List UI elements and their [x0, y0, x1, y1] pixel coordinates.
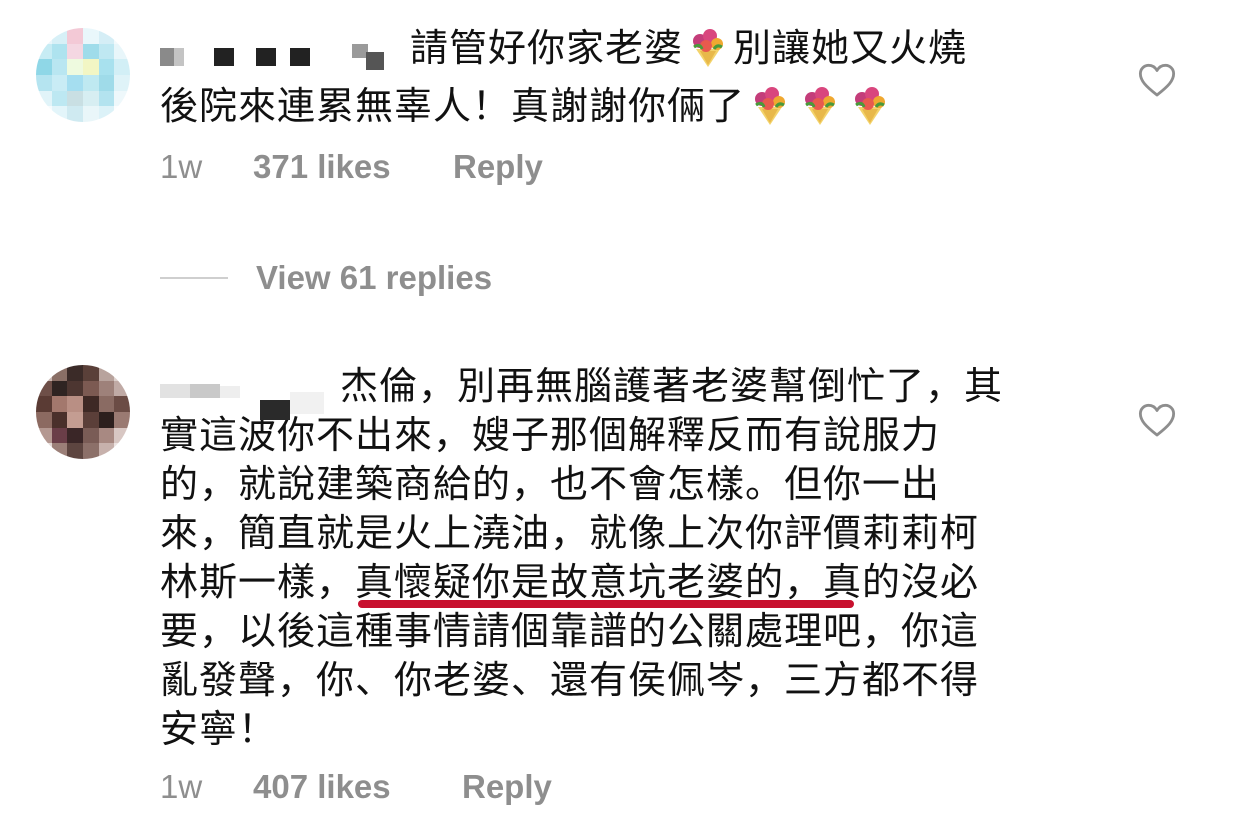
comment-text-line: 後院來連累無辜人！真謝謝你倆了 — [160, 84, 746, 128]
bouquet-emoji — [805, 87, 836, 125]
comment-text-line: 實這波你不出來，嫂子那個解釋反而有說服力 — [160, 413, 941, 457]
comment-meta: 1w 371 likes Reply — [160, 148, 760, 188]
comment-text-line: 杰倫，別再無腦護著老婆幫倒忙了，其 — [340, 364, 1004, 408]
username-redacted[interactable] — [160, 36, 398, 70]
bouquet-emoji — [755, 87, 786, 125]
heart-outline-icon[interactable] — [1138, 402, 1176, 438]
comment-text-segment: 林斯一樣， — [160, 560, 356, 604]
reply-button[interactable]: Reply — [462, 768, 552, 806]
red-underline-annotation — [358, 600, 854, 608]
bouquet-emoji — [855, 87, 886, 125]
avatar[interactable] — [36, 28, 130, 122]
avatar[interactable] — [36, 365, 130, 459]
bouquet-emoji — [693, 29, 724, 67]
comment-text-line: 亂發聲，你、你老婆、還有侯佩岑，三方都不得 — [160, 658, 980, 702]
comment-text-line: 要，以後這種事情請個靠譜的公關處理吧，你這 — [160, 609, 980, 653]
comment-text: 請管好你家老婆 別讓她又火燒 後院來連累無辜人！真謝謝你倆了 — [160, 24, 1090, 131]
comment-text-segment: ，真的沒必 — [784, 560, 980, 604]
likes-count[interactable]: 407 likes — [253, 768, 391, 806]
likes-count[interactable]: 371 likes — [253, 148, 391, 186]
comment-text-line: 安寧！ — [160, 707, 278, 751]
comment-text-line: 請管好你家老婆 — [410, 26, 684, 70]
username-redacted[interactable] — [160, 374, 328, 420]
heart-outline-icon[interactable] — [1138, 62, 1176, 98]
replies-divider — [160, 277, 228, 279]
comment-age: 1w — [160, 768, 203, 805]
comment-text: 杰倫，別再無腦護著老婆幫倒忙了，其 實這波你不出來，嫂子那個解釋反而有說服力 的… — [160, 362, 1090, 754]
highlighted-text: 真懷疑你是故意坑老婆的 — [355, 560, 785, 604]
view-replies-button[interactable]: View 61 replies — [160, 258, 492, 298]
comment-age: 1w — [160, 148, 203, 185]
view-replies-label[interactable]: View 61 replies — [256, 259, 492, 297]
comment-text-line: 別讓她又火燒 — [733, 26, 968, 70]
comment-text-line: 來，簡直就是火上澆油，就像上次你評價莉莉柯 — [160, 511, 980, 555]
comment-text-line: 的，就說建築商給的，也不會怎樣。但你一出 — [160, 462, 941, 506]
comment-meta: 1w 407 likes Reply — [160, 768, 760, 808]
reply-button[interactable]: Reply — [453, 148, 543, 186]
